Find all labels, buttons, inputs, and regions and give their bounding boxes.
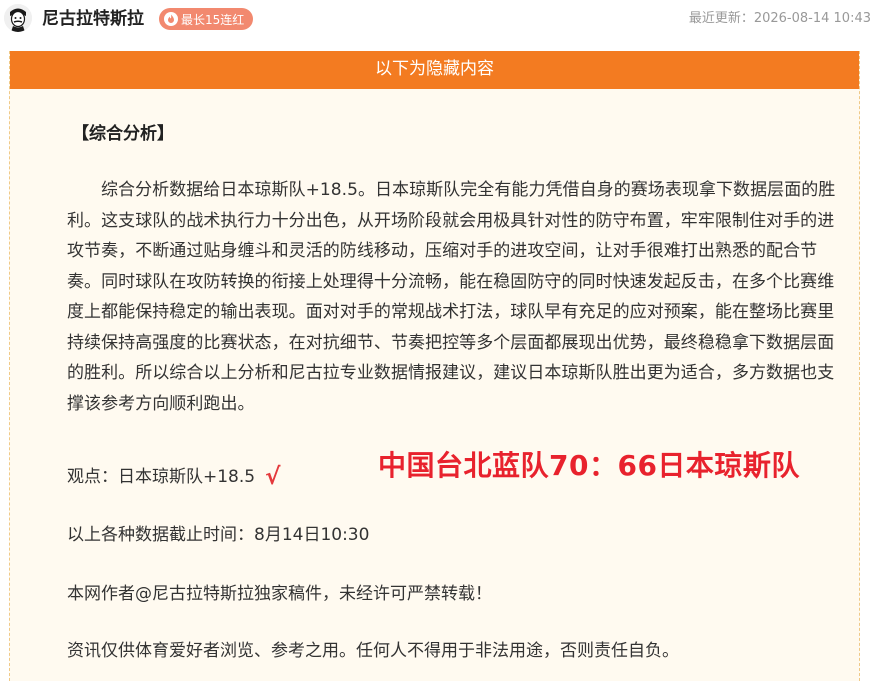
- check-mark-icon: √: [265, 464, 281, 490]
- last-updated-time: 2026-08-14 10:43: [753, 11, 871, 26]
- match-score-stamp: 中国台北蓝队70：66日本琼斯队: [378, 449, 800, 482]
- data-cutoff-time: 以上各种数据截止时间：8月14日10:30: [67, 525, 370, 545]
- copyright-notice: 本网作者@尼古拉特斯拉独家稿件，未经许可严禁转载！: [67, 584, 492, 604]
- streak-badge-label: 最长15连红: [181, 12, 245, 27]
- author-header: 尼古拉特斯拉 最长15连红 最近更新：2026-08-14 10:43: [0, 0, 875, 38]
- author-name[interactable]: 尼古拉特斯拉: [42, 7, 144, 31]
- section-title: 【综合分析】: [72, 124, 174, 144]
- analysis-paragraph: 综合分析数据给日本琼斯队+18.5。日本琼斯队完全有能力凭借自身的赛场表现拿下数…: [67, 180, 836, 414]
- streak-badge: 最长15连红: [159, 8, 254, 30]
- fire-icon: [164, 12, 178, 26]
- hidden-content-banner: 以下为隐藏内容: [10, 51, 859, 89]
- hidden-content-box: 以下为隐藏内容 【综合分析】 综合分析数据给日本琼斯队+18.5。日本琼斯队完全…: [9, 51, 860, 681]
- last-updated: 最近更新：2026-08-14 10:43: [689, 8, 871, 30]
- tesla-avatar: [4, 4, 32, 32]
- last-updated-label: 最近更新：: [688, 11, 754, 26]
- viewpoint-text: 观点：日本琼斯队+18.5: [67, 467, 256, 487]
- disclaimer: 资讯仅供体育爱好者浏览、参考之用。任何人不得用于非法用途，否则责任自负。: [67, 641, 679, 661]
- avatar[interactable]: [4, 4, 32, 32]
